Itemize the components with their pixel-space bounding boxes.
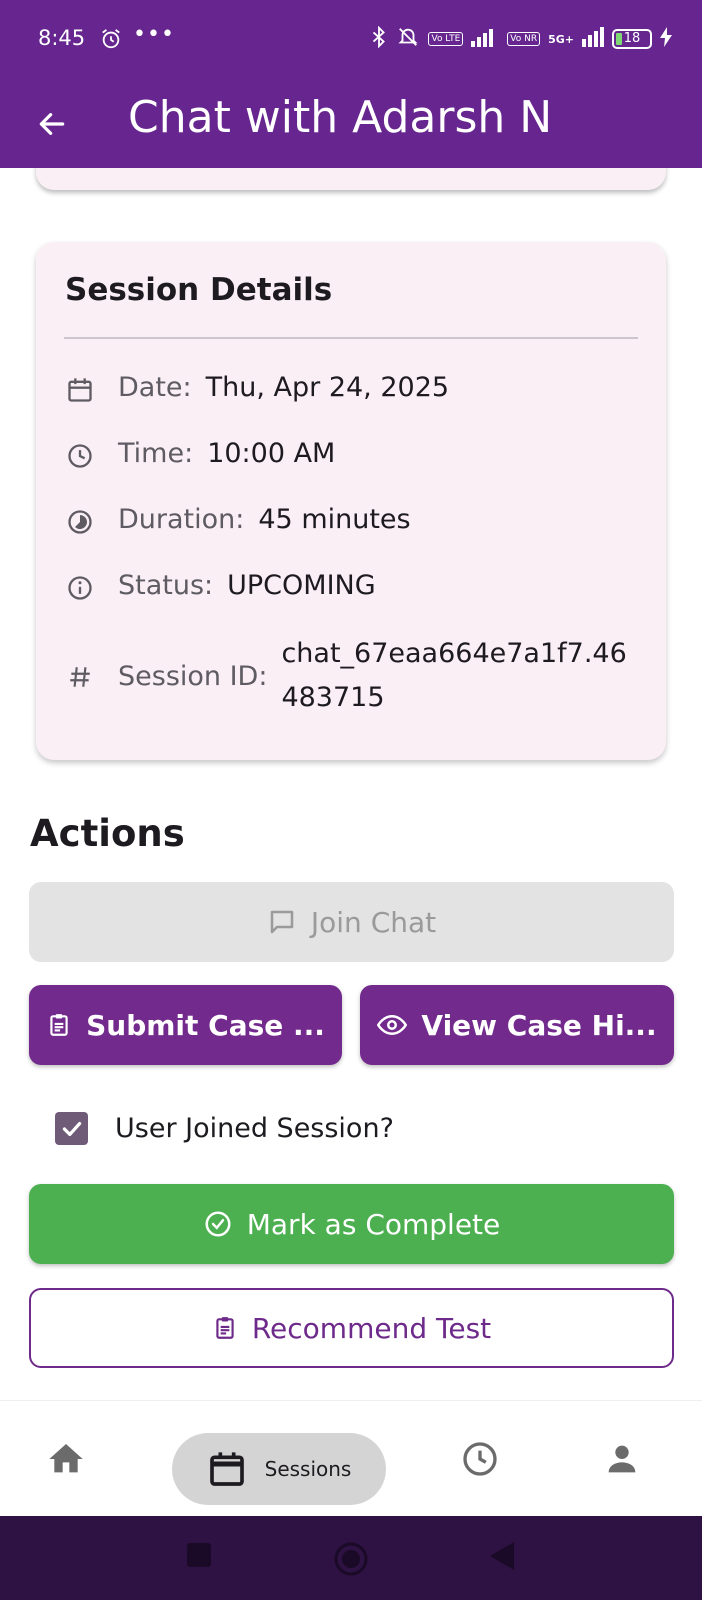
calendar-icon [209, 1452, 244, 1486]
timelapse-icon [64, 506, 96, 538]
more-notifications-icon: ••• [133, 22, 175, 47]
session-details-title: Session Details [65, 272, 333, 308]
recommend-test-label: Recommend Test [251, 1311, 492, 1345]
clock-icon [64, 440, 96, 472]
recents-button[interactable] [186, 1542, 212, 1572]
vonr-badge: Vo NR [507, 32, 541, 46]
hash-icon [64, 661, 96, 693]
mute-icon [396, 26, 420, 52]
detail-label: Date: [118, 372, 192, 403]
detail-label: Session ID: [118, 660, 268, 692]
charging-icon [660, 27, 672, 51]
detail-label: Time: [118, 438, 194, 469]
network-type: 5G+ [548, 32, 574, 46]
system-navigation-bar [0, 1516, 702, 1600]
nav-home[interactable] [36, 1401, 96, 1517]
session-id-value: chat_67eaa664e7a1f7.46483715 [281, 638, 627, 713]
home-icon [49, 1444, 83, 1473]
arrow-back-icon [39, 113, 65, 135]
detail-value: 10:00 AM [207, 438, 336, 469]
check-circle-icon [203, 1209, 233, 1239]
eye-icon [377, 1010, 408, 1040]
signal-icon [582, 27, 604, 51]
user-joined-checkbox-row[interactable]: User Joined Session? [55, 1112, 394, 1145]
detail-label: Status: [118, 570, 214, 601]
actions-heading: Actions [30, 812, 185, 855]
join-chat-button[interactable]: Join Chat [29, 882, 674, 962]
bluetooth-icon [370, 25, 388, 52]
detail-value: 45 minutes [258, 504, 411, 535]
view-case-history-button[interactable]: View Case Hi... [360, 985, 674, 1065]
back-button[interactable] [30, 102, 74, 146]
user-joined-label: User Joined Session? [115, 1113, 394, 1144]
detail-row-date: Date: Thu, Apr 24, 2025 [64, 372, 449, 406]
calendar-icon [64, 374, 96, 406]
join-chat-label: Join Chat [310, 905, 437, 939]
nav-profile[interactable] [592, 1401, 652, 1517]
nav-history[interactable] [450, 1401, 510, 1517]
submit-case-button[interactable]: Submit Case ... [29, 985, 342, 1065]
circle-icon [334, 1542, 368, 1576]
recommend-test-button[interactable]: Recommend Test [29, 1288, 674, 1368]
chat-bubble-icon [267, 907, 297, 937]
mark-complete-button[interactable]: Mark as Complete [29, 1184, 674, 1264]
signal-icon [471, 27, 499, 51]
status-icons: Vo LTE Vo NR 5G+ 18 [370, 25, 672, 52]
volte-badge: Vo LTE [428, 32, 464, 46]
home-system-button[interactable] [332, 1540, 370, 1582]
detail-value: UPCOMING [227, 570, 376, 601]
battery-icon: 18 [612, 29, 652, 49]
check-icon [62, 1121, 81, 1136]
clipboard-icon [212, 1314, 238, 1342]
clipboard-icon [46, 1011, 72, 1039]
user-joined-checkbox[interactable] [55, 1112, 88, 1145]
detail-label: Duration: [118, 504, 245, 535]
detail-value: Thu, Apr 24, 2025 [205, 372, 450, 403]
person-icon [608, 1445, 636, 1473]
nav-sessions-label: Sessions [264, 1457, 352, 1481]
divider [64, 337, 638, 339]
detail-row-time: Time: 10:00 AM [64, 438, 335, 472]
square-icon [187, 1543, 211, 1567]
detail-row-duration: Duration: 45 minutes [64, 504, 411, 538]
bottom-navigation: Sessions [0, 1400, 702, 1517]
previous-card [36, 140, 666, 190]
info-icon [64, 572, 96, 604]
history-icon [463, 1442, 497, 1476]
status-time: 8:45 [38, 26, 86, 50]
view-case-label: View Case Hi... [421, 1008, 657, 1042]
page-title: Chat with Adarsh N [128, 92, 553, 143]
alarm-icon [100, 28, 122, 54]
session-details-card: Session Details Date: Thu, Apr 24, 2025 … [36, 242, 666, 760]
nav-sessions[interactable]: Sessions [172, 1433, 386, 1505]
back-system-button[interactable] [488, 1540, 516, 1576]
detail-row-session-id: Session ID: chat_67eaa664e7a1f7.46483715 [64, 632, 631, 720]
mark-complete-label: Mark as Complete [246, 1207, 501, 1241]
submit-case-label: Submit Case ... [86, 1008, 325, 1042]
status-bar: 8:45 ••• Vo LTE Vo NR 5G+ 18 [0, 0, 702, 84]
triangle-back-icon [490, 1542, 514, 1570]
detail-row-status: Status: UPCOMING [64, 570, 376, 604]
